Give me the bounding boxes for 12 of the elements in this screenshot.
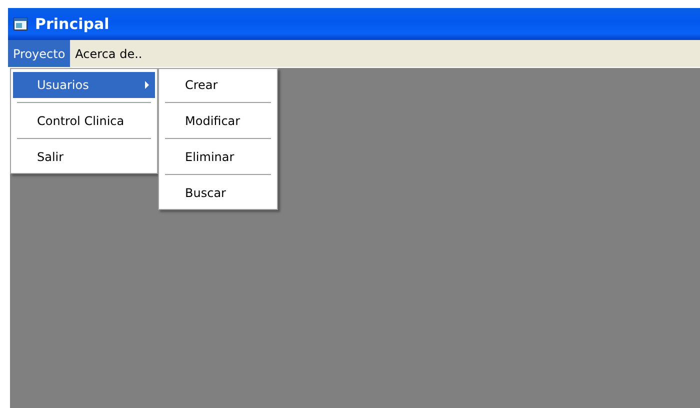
menu-item[interactable]: Salir xyxy=(13,144,155,170)
menu-item[interactable]: Control Clinica xyxy=(13,108,155,134)
menu-item[interactable]: Acerca de.. xyxy=(70,40,148,67)
window-title: Principal xyxy=(35,15,110,33)
submenu-arrow-icon xyxy=(145,81,149,89)
menu-item[interactable]: Proyecto xyxy=(8,40,70,67)
window-icon xyxy=(13,16,29,32)
menu-item[interactable]: Modificar xyxy=(161,108,275,134)
menu-item[interactable]: Crear xyxy=(161,72,275,98)
menu-item[interactable]: Eliminar xyxy=(161,144,275,170)
menu-item[interactable]: Usuarios xyxy=(13,72,155,98)
menu-item[interactable]: Buscar xyxy=(161,180,275,206)
